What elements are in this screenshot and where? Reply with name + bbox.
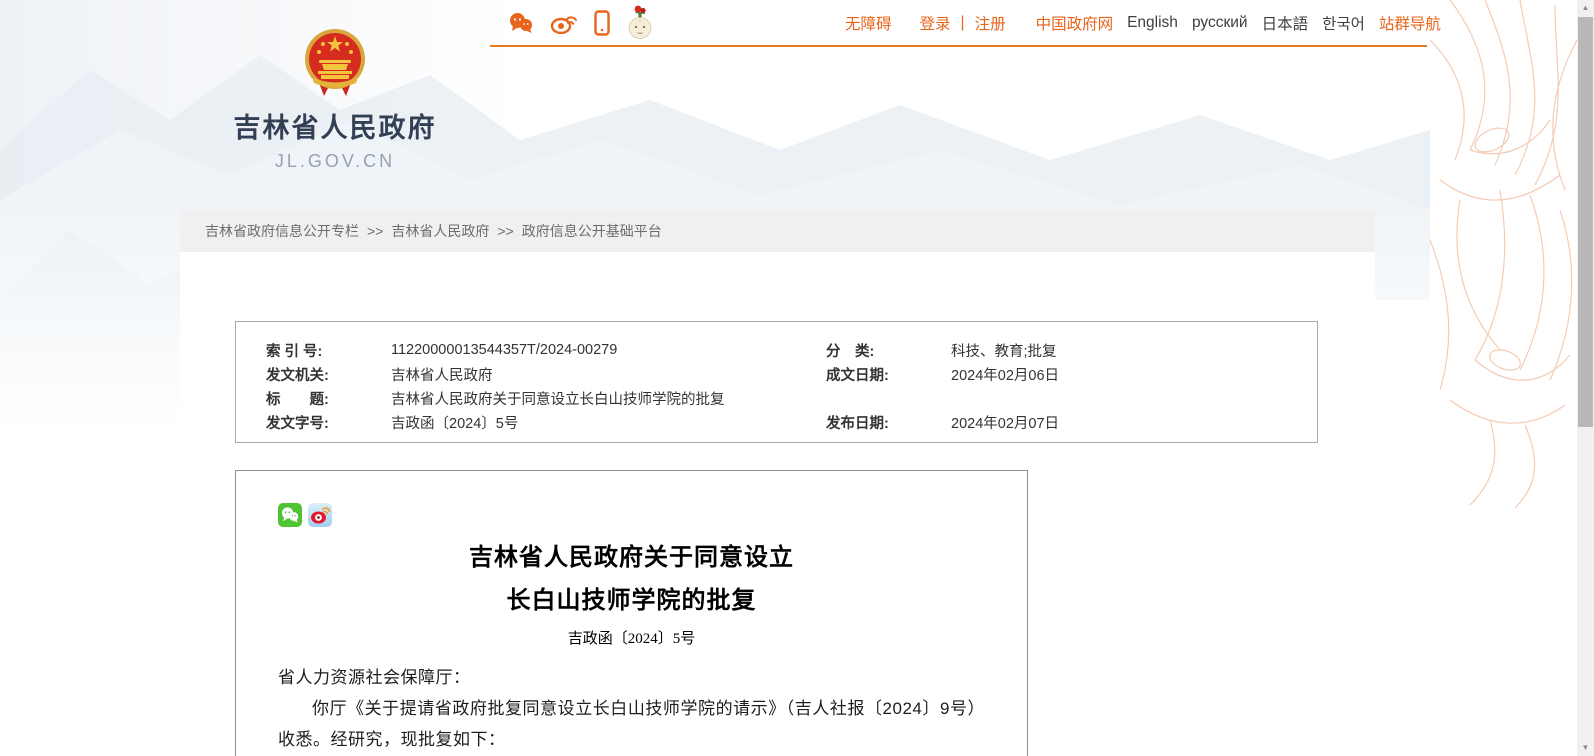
- gov-cn-link[interactable]: 中国政府网: [1036, 12, 1114, 34]
- document-text: 省人力资源社会保障厅： 你厅《关于提请省政府批复同意设立长白山技师学院的请示》（…: [278, 662, 985, 756]
- scrollbar[interactable]: ▲ ▼: [1577, 0, 1594, 756]
- breadcrumb-item-government[interactable]: 吉林省人民政府: [391, 221, 489, 241]
- accessibility-link[interactable]: 无障碍: [845, 12, 892, 34]
- scrollbar-down-icon[interactable]: ▼: [1577, 740, 1594, 756]
- login-link[interactable]: 登录: [920, 12, 951, 34]
- lang-english-link[interactable]: English: [1127, 14, 1178, 32]
- document-body-panel: 吉林省人民政府关于同意设立 长白山技师学院的批复 吉政函〔2024〕5号 省人力…: [235, 470, 1028, 756]
- meta-value-publish-date: 2024年02月07日: [951, 412, 1317, 433]
- lang-japanese-link[interactable]: 日本語: [1262, 12, 1309, 34]
- wechat-icon[interactable]: [508, 12, 534, 34]
- scrollbar-up-icon[interactable]: ▲: [1577, 0, 1594, 16]
- document-number: 吉政函〔2024〕5号: [278, 627, 985, 648]
- meta-label-issuing-agency: 发文机关:: [266, 364, 391, 385]
- meta-row-issuer: 发文机关: 吉林省人民政府 成文日期: 2024年02月06日: [266, 362, 1317, 386]
- meta-row-doc-number: 发文字号: 吉政函〔2024〕5号 发布日期: 2024年02月07日: [266, 410, 1317, 434]
- document-meta-table: 索 引 号: 11220000013544357T/2024-00279 分 类…: [235, 321, 1318, 443]
- lang-korean-link[interactable]: 한국어: [1322, 12, 1365, 34]
- meta-value-category: 科技、教育;批复: [951, 340, 1317, 361]
- document-title-line2: 长白山技师学院的批复: [278, 580, 985, 615]
- topbar-links: 无障碍 登录 | 注册 中国政府网 English русский 日本語 한국…: [845, 0, 1427, 46]
- wechat-share-icon[interactable]: [278, 503, 302, 527]
- meta-label-publish-date: 发布日期:: [826, 412, 951, 433]
- share-icons-row: [278, 503, 985, 527]
- document-title-line1: 吉林省人民政府关于同意设立: [278, 537, 985, 572]
- meta-value-title: 吉林省人民政府关于同意设立长白山技师学院的批复: [391, 388, 826, 409]
- meta-label-doc-number: 发文字号:: [266, 412, 391, 433]
- breadcrumb-item-opengov[interactable]: 吉林省政府信息公开专栏: [205, 221, 359, 241]
- mascot-icon[interactable]: [626, 4, 654, 42]
- weibo-share-icon[interactable]: [308, 503, 332, 527]
- meta-row-index: 索 引 号: 11220000013544357T/2024-00279 分 类…: [266, 338, 1317, 362]
- mobile-icon[interactable]: [594, 10, 610, 36]
- document-paragraph-salutation: 省人力资源社会保障厅：: [278, 662, 985, 693]
- meta-label-category: 分 类:: [826, 340, 951, 361]
- breadcrumb-separator: >>: [367, 223, 383, 239]
- meta-label-title: 标 题:: [266, 388, 391, 409]
- register-link[interactable]: 注册: [975, 12, 1006, 34]
- topbar-social-icons: [508, 0, 654, 46]
- meta-label-index-number: 索 引 号:: [266, 340, 391, 361]
- weibo-icon[interactable]: [550, 12, 578, 34]
- meta-value-signing-date: 2024年02月06日: [951, 364, 1317, 385]
- site-domain: JL.GOV.CN: [230, 151, 440, 172]
- breadcrumb-separator: >>: [497, 223, 513, 239]
- main-content-panel: 索 引 号: 11220000013544357T/2024-00279 分 类…: [180, 252, 1375, 756]
- lang-russian-link[interactable]: русский: [1192, 14, 1248, 32]
- meta-row-title: 标 题: 吉林省人民政府关于同意设立长白山技师学院的批复: [266, 386, 1317, 410]
- site-title: 吉林省人民政府: [230, 106, 440, 145]
- page: ▲ ▼: [0, 0, 1594, 756]
- meta-value-index-number: 11220000013544357T/2024-00279: [391, 342, 826, 358]
- breadcrumb: 吉林省政府信息公开专栏 >> 吉林省人民政府 >> 政府信息公开基础平台: [180, 210, 1375, 252]
- scrollbar-thumb[interactable]: [1578, 17, 1593, 427]
- floral-pattern-art: [1430, 0, 1577, 510]
- meta-value-issuing-agency: 吉林省人民政府: [391, 364, 826, 385]
- document-paragraph-intro: 你厅《关于提请省政府批复同意设立长白山技师学院的请示》（吉人社报〔2024〕9号…: [278, 693, 985, 755]
- site-logo[interactable]: 吉林省人民政府 JL.GOV.CN: [230, 28, 440, 172]
- login-register-divider: |: [961, 14, 965, 32]
- site-nav-link[interactable]: 站群导航: [1379, 12, 1441, 34]
- national-emblem-icon: [304, 28, 366, 98]
- breadcrumb-item-platform: 政府信息公开基础平台: [522, 221, 662, 241]
- meta-value-doc-number: 吉政函〔2024〕5号: [391, 412, 826, 433]
- meta-label-signing-date: 成文日期:: [826, 364, 951, 385]
